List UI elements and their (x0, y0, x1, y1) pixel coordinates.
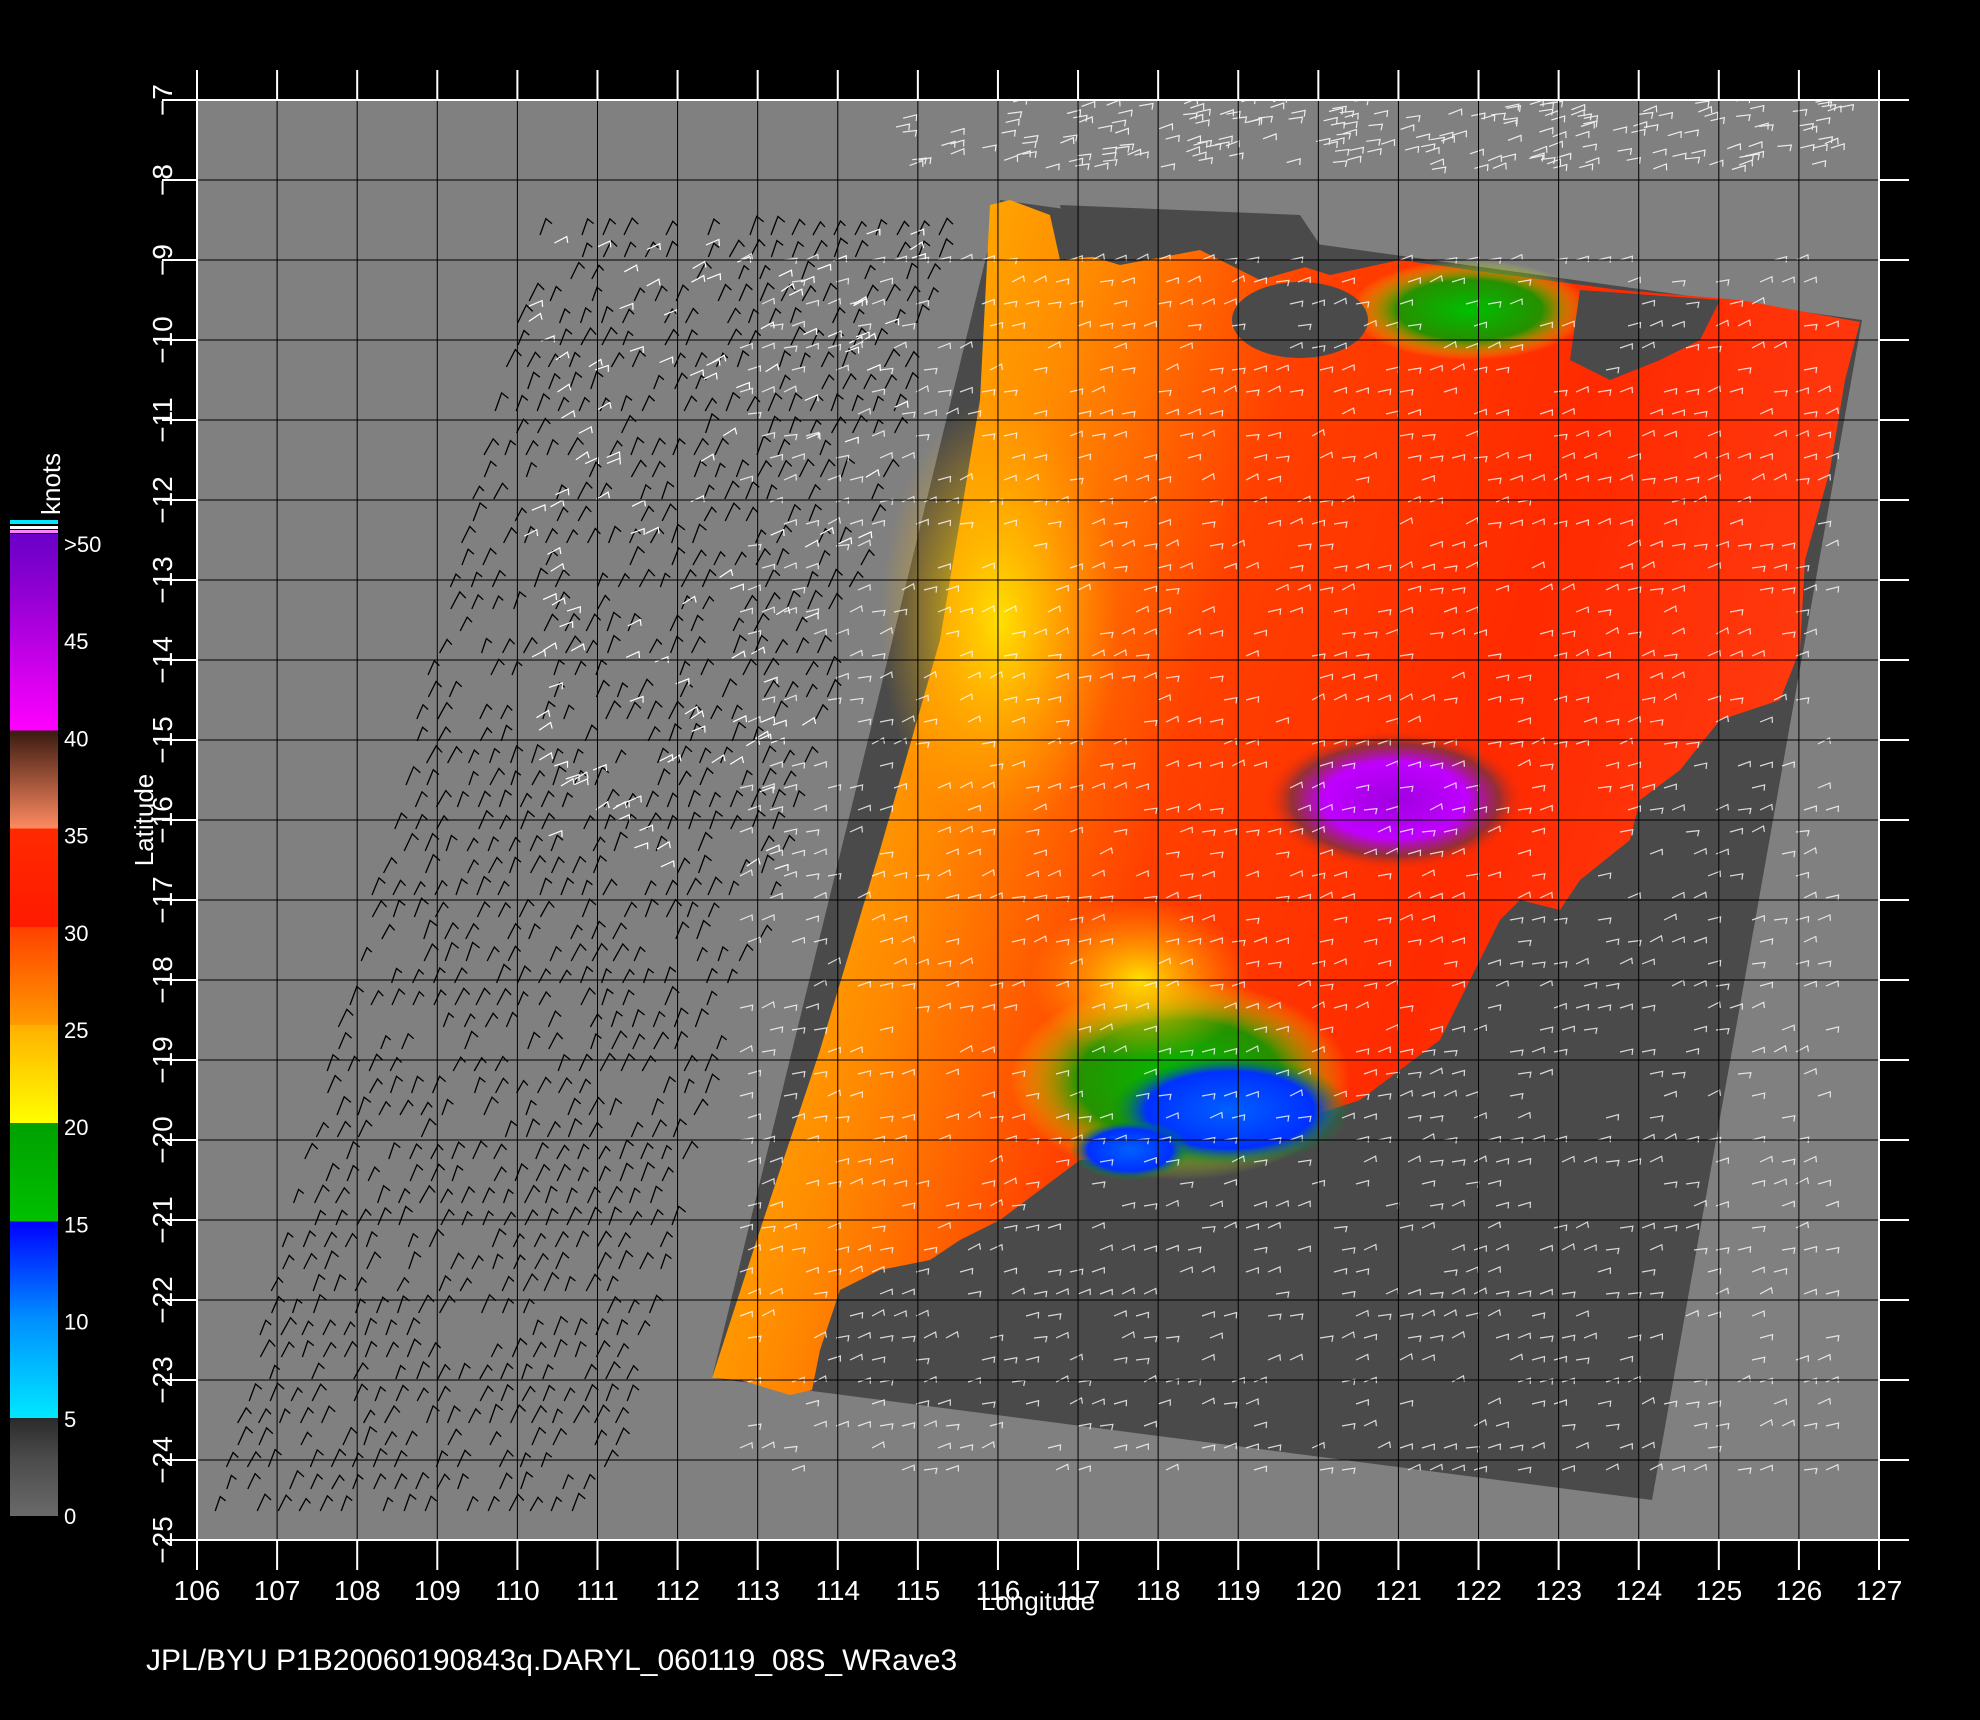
lon-tick-label: 118 (1136, 1575, 1181, 1606)
lat-tick-label: −9 (147, 244, 178, 276)
colorbar-label: 45 (64, 629, 88, 654)
lon-tick-label: 110 (495, 1575, 540, 1606)
lon-tick-label: 126 (1776, 1575, 1823, 1606)
lon-tick-label: 123 (1535, 1575, 1582, 1606)
colorbar-label: 0 (64, 1504, 76, 1529)
lat-tick-label: −12 (147, 476, 178, 524)
colorbar-label: 10 (64, 1310, 88, 1335)
blue-patch-south2 (1070, 1120, 1190, 1180)
lat-tick-label: −11 (147, 397, 178, 442)
colorbar-ramp (10, 534, 58, 1516)
lon-tick-label: 107 (254, 1575, 301, 1606)
colorbar-label: 5 (64, 1407, 76, 1432)
green-patch-north (1350, 260, 1590, 360)
lat-tick-label: −19 (147, 1036, 178, 1084)
lat-tick-label: −15 (147, 716, 178, 764)
lat-tick-label: −24 (147, 1436, 178, 1484)
lat-tick-label: −10 (147, 316, 178, 364)
colorbar-label: 30 (64, 921, 88, 946)
colorbar-label: 20 (64, 1115, 88, 1140)
lon-tick-label: 124 (1615, 1575, 1662, 1606)
lat-tick-label: −8 (147, 164, 178, 196)
land-mask-island (1232, 282, 1368, 358)
lon-tick-label: 119 (1216, 1575, 1261, 1606)
yellow-patch-west (880, 400, 1120, 840)
lon-tick-label: 109 (414, 1575, 461, 1606)
lon-tick-label: 108 (334, 1575, 381, 1606)
colorbar-top-stripe (10, 520, 58, 524)
lon-tick-label: 127 (1856, 1575, 1903, 1606)
lat-tick-label: −20 (147, 1116, 178, 1164)
y-axis-title: Latitude (129, 774, 159, 867)
colorbar-label: 15 (64, 1212, 88, 1237)
colorbar: knots >50 45 40 35 30 25 20 15 10 5 0 (10, 453, 101, 1529)
lat-tick-label: −13 (147, 556, 178, 604)
lat-tick-label: −7 (147, 84, 178, 116)
lon-tick-label: 106 (174, 1575, 221, 1606)
colorbar-top-stripe3 (10, 530, 58, 533)
lat-tick-label: −17 (147, 876, 178, 924)
lon-tick-label: 112 (655, 1575, 700, 1606)
lon-tick-label: 125 (1695, 1575, 1742, 1606)
colorbar-top-stripe2 (10, 526, 58, 529)
lon-tick-label: 120 (1295, 1575, 1342, 1606)
lat-tick-label: −23 (147, 1356, 178, 1404)
footer-caption: JPL/BYU P1B20060190843q.DARYL_060119_08S… (146, 1644, 957, 1677)
colorbar-labels: >50 45 40 35 30 25 20 15 10 5 0 (64, 532, 101, 1529)
x-axis-title: Longitude (981, 1586, 1095, 1616)
colorbar-unit: knots (36, 453, 66, 515)
colorbar-label: 40 (64, 726, 88, 751)
lon-tick-label: 113 (735, 1575, 780, 1606)
lat-tick-label: −14 (147, 636, 178, 684)
lat-tick-label: −25 (147, 1516, 178, 1564)
lon-tick-label: 111 (576, 1575, 619, 1606)
colorbar-label: 25 (64, 1018, 88, 1043)
lon-tick-label: 114 (815, 1575, 860, 1606)
colorbar-label: 35 (64, 824, 88, 849)
wind-map: 106 107 108 109 110 111 112 113 114 115 116 117 118 1… (10, 70, 1909, 1677)
lat-tick-label: −22 (147, 1276, 178, 1324)
lon-tick-label: 115 (896, 1575, 941, 1606)
colorbar-label: >50 (64, 532, 101, 557)
lat-tick-label: −21 (147, 1196, 178, 1244)
lat-tick-label: −18 (147, 956, 178, 1004)
lon-tick-label: 122 (1455, 1575, 1502, 1606)
lon-tick-label: 121 (1375, 1575, 1422, 1606)
